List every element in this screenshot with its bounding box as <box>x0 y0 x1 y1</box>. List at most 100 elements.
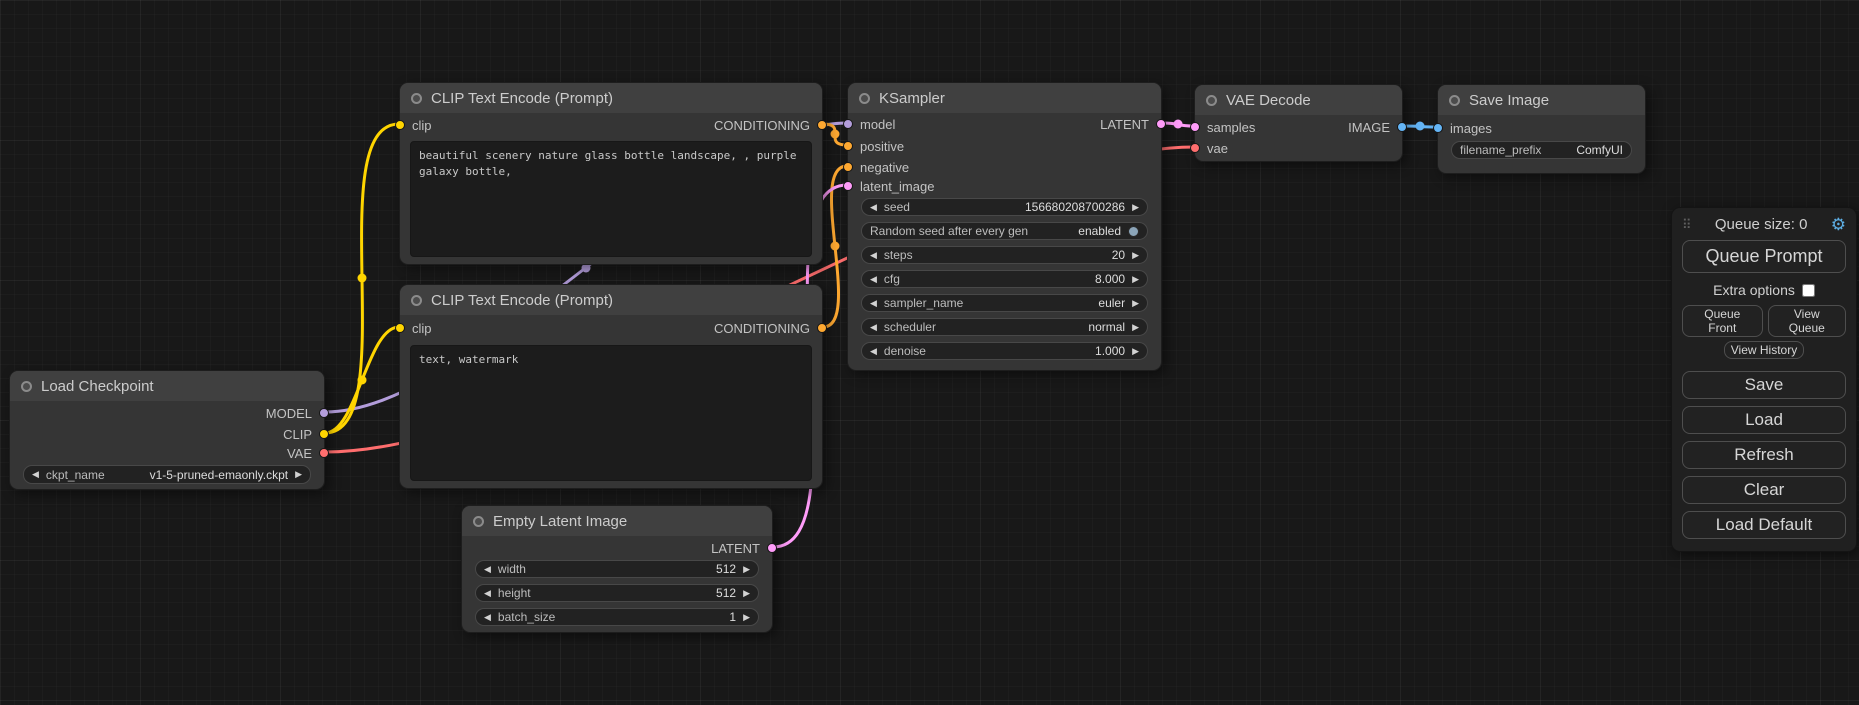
clip-port-icon[interactable] <box>395 120 405 130</box>
widget-sampler-name[interactable]: ◀ sampler_name euler ▶ <box>861 294 1148 312</box>
output-slot-conditioning[interactable]: CONDITIONING <box>714 116 827 134</box>
conditioning-port-icon[interactable] <box>843 141 853 151</box>
input-slot-latent-image[interactable]: latent_image <box>843 177 934 195</box>
queue-front-button[interactable]: Queue Front <box>1682 305 1763 337</box>
collapse-dot-icon[interactable] <box>473 516 484 527</box>
refresh-button[interactable]: Refresh <box>1682 441 1846 469</box>
view-history-button[interactable]: View History <box>1724 341 1804 359</box>
node-save-image[interactable]: Save Image images filename_prefix ComfyU… <box>1437 84 1646 174</box>
latent-port-icon[interactable] <box>1190 122 1200 132</box>
negative-prompt-textarea[interactable] <box>410 345 812 481</box>
clip-port-icon[interactable] <box>395 323 405 333</box>
widget-scheduler[interactable]: ◀ scheduler normal ▶ <box>861 318 1148 336</box>
queue-prompt-button[interactable]: Queue Prompt <box>1682 240 1846 273</box>
save-button[interactable]: Save <box>1682 371 1846 399</box>
output-slot-image[interactable]: IMAGE <box>1348 118 1407 136</box>
node-title-bar[interactable]: Load Checkpoint <box>10 371 324 401</box>
clip-port-icon[interactable] <box>319 429 329 439</box>
output-slot-conditioning[interactable]: CONDITIONING <box>714 319 827 337</box>
widget-batch-size[interactable]: ◀ batch_size 1 ▶ <box>475 608 759 626</box>
node-load-checkpoint[interactable]: Load Checkpoint MODEL CLIP VAE ◀ ckpt_na… <box>9 370 325 490</box>
node-title-bar[interactable]: Save Image <box>1438 85 1645 115</box>
increment-arrow-icon[interactable]: ▶ <box>1132 275 1139 284</box>
increment-arrow-icon[interactable]: ▶ <box>295 470 302 479</box>
widget-control-after-generate[interactable]: Random seed after every gen enabled <box>861 222 1148 240</box>
widget-width[interactable]: ◀ width 512 ▶ <box>475 560 759 578</box>
increment-arrow-icon[interactable]: ▶ <box>1132 347 1139 356</box>
vae-port-icon[interactable] <box>1190 143 1200 153</box>
decrement-arrow-icon[interactable]: ◀ <box>870 275 877 284</box>
input-slot-images[interactable]: images <box>1433 119 1492 137</box>
image-port-icon[interactable] <box>1433 123 1443 133</box>
collapse-dot-icon[interactable] <box>859 93 870 104</box>
node-title-bar[interactable]: KSampler <box>848 83 1161 113</box>
input-slot-vae[interactable]: vae <box>1190 139 1228 157</box>
view-queue-button[interactable]: View Queue <box>1768 305 1846 337</box>
decrement-arrow-icon[interactable]: ◀ <box>870 203 877 212</box>
collapse-dot-icon[interactable] <box>411 295 422 306</box>
conditioning-port-icon[interactable] <box>843 162 853 172</box>
node-clip-text-encode-positive[interactable]: CLIP Text Encode (Prompt) clip CONDITION… <box>399 82 823 265</box>
load-button[interactable]: Load <box>1682 406 1846 434</box>
decrement-arrow-icon[interactable]: ◀ <box>870 347 877 356</box>
increment-arrow-icon[interactable]: ▶ <box>1132 251 1139 260</box>
widget-filename-prefix[interactable]: filename_prefix ComfyUI <box>1451 141 1632 159</box>
increment-arrow-icon[interactable]: ▶ <box>743 565 750 574</box>
model-port-icon[interactable] <box>843 119 853 129</box>
load-default-button[interactable]: Load Default <box>1682 511 1846 539</box>
decrement-arrow-icon[interactable]: ◀ <box>484 613 491 622</box>
settings-gear-icon[interactable]: ⚙ <box>1831 216 1846 233</box>
output-slot-latent[interactable]: LATENT <box>711 539 777 557</box>
widget-seed[interactable]: ◀ seed 156680208700286 ▶ <box>861 198 1148 216</box>
decrement-arrow-icon[interactable]: ◀ <box>870 299 877 308</box>
input-slot-clip[interactable]: clip <box>395 116 432 134</box>
output-slot-latent[interactable]: LATENT <box>1100 115 1166 133</box>
input-slot-negative[interactable]: negative <box>843 158 909 176</box>
widget-ckpt-name[interactable]: ◀ ckpt_name v1-5-pruned-emaonly.ckpt ▶ <box>23 465 311 484</box>
latent-port-icon[interactable] <box>843 181 853 191</box>
increment-arrow-icon[interactable]: ▶ <box>1132 299 1139 308</box>
node-empty-latent-image[interactable]: Empty Latent Image LATENT ◀ width 512 ▶ … <box>461 505 773 633</box>
increment-arrow-icon[interactable]: ▶ <box>743 613 750 622</box>
toggle-indicator-icon[interactable] <box>1128 226 1139 237</box>
collapse-dot-icon[interactable] <box>1449 95 1460 106</box>
node-title-bar[interactable]: CLIP Text Encode (Prompt) <box>400 83 822 113</box>
decrement-arrow-icon[interactable]: ◀ <box>484 589 491 598</box>
widget-steps[interactable]: ◀ steps 20 ▶ <box>861 246 1148 264</box>
positive-prompt-textarea[interactable] <box>410 141 812 257</box>
node-title-bar[interactable]: VAE Decode <box>1195 85 1402 115</box>
latent-port-icon[interactable] <box>1156 119 1166 129</box>
conditioning-port-icon[interactable] <box>817 323 827 333</box>
widget-denoise[interactable]: ◀ denoise 1.000 ▶ <box>861 342 1148 360</box>
input-slot-model[interactable]: model <box>843 115 895 133</box>
collapse-dot-icon[interactable] <box>1206 95 1217 106</box>
decrement-arrow-icon[interactable]: ◀ <box>32 470 39 479</box>
node-vae-decode[interactable]: VAE Decode samples vae IMAGE <box>1194 84 1403 162</box>
collapse-dot-icon[interactable] <box>411 93 422 104</box>
collapse-dot-icon[interactable] <box>21 381 32 392</box>
increment-arrow-icon[interactable]: ▶ <box>743 589 750 598</box>
model-port-icon[interactable] <box>319 408 329 418</box>
output-slot-model[interactable]: MODEL <box>266 404 329 422</box>
image-port-icon[interactable] <box>1397 122 1407 132</box>
increment-arrow-icon[interactable]: ▶ <box>1132 203 1139 212</box>
widget-height[interactable]: ◀ height 512 ▶ <box>475 584 759 602</box>
decrement-arrow-icon[interactable]: ◀ <box>870 323 877 332</box>
clear-button[interactable]: Clear <box>1682 476 1846 504</box>
vae-port-icon[interactable] <box>319 448 329 458</box>
drag-handle-icon[interactable]: ⠿ <box>1682 217 1692 233</box>
node-title-bar[interactable]: CLIP Text Encode (Prompt) <box>400 285 822 315</box>
output-slot-vae[interactable]: VAE <box>287 444 329 462</box>
input-slot-positive[interactable]: positive <box>843 137 904 155</box>
extra-options-checkbox[interactable] <box>1802 284 1815 297</box>
conditioning-port-icon[interactable] <box>817 120 827 130</box>
widget-cfg[interactable]: ◀ cfg 8.000 ▶ <box>861 270 1148 288</box>
latent-port-icon[interactable] <box>767 543 777 553</box>
increment-arrow-icon[interactable]: ▶ <box>1132 323 1139 332</box>
node-clip-text-encode-negative[interactable]: CLIP Text Encode (Prompt) clip CONDITION… <box>399 284 823 489</box>
output-slot-clip[interactable]: CLIP <box>283 425 329 443</box>
decrement-arrow-icon[interactable]: ◀ <box>870 251 877 260</box>
input-slot-samples[interactable]: samples <box>1190 118 1255 136</box>
decrement-arrow-icon[interactable]: ◀ <box>484 565 491 574</box>
node-ksampler[interactable]: KSampler model positive negative latent_… <box>847 82 1162 371</box>
